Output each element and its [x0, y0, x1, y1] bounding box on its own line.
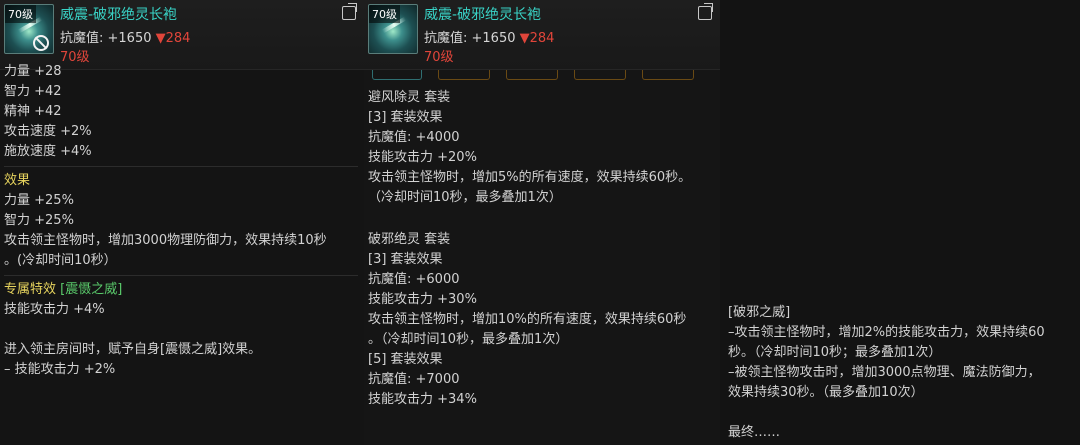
socket-row: [370, 70, 714, 82]
special-line: 效果持续30秒。（最多叠加10次）: [728, 385, 924, 400]
set-effects-list: 避风除灵 套装 [3] 套装效果 抗魔值: +4000 技能攻击力 +20% 攻…: [368, 88, 714, 410]
resist-label: 抗魔值: +1650: [424, 31, 516, 46]
ban-icon: [33, 35, 49, 51]
item-name: 威震-破邪绝灵长袍: [424, 7, 542, 23]
socket-slot[interactable]: [438, 70, 490, 80]
special-line: 秒。（冷却时间10秒；最多叠加1次）: [728, 345, 942, 360]
set-line: 抗魔值: +7000: [368, 372, 460, 387]
stat-line: 精神 +42: [4, 104, 62, 119]
tooltip-header: 70级 威震-破邪绝灵长袍 抗魔值: +1650 ▼284 70级: [364, 0, 720, 70]
set-line: 技能攻击力 +20%: [368, 150, 477, 165]
stat-list: 力量 +28 智力 +42 精神 +42 攻击速度 +2% 施放速度 +4% 效…: [4, 64, 358, 380]
effect-line: 攻击领主怪物时，增加3000物理防御力，效果持续10秒: [4, 233, 327, 248]
effect-line: 力量 +25%: [4, 193, 74, 208]
effect-line: 。(冷却时间10秒）: [4, 253, 117, 268]
set-line: 避风除灵 套装: [368, 90, 451, 105]
socket-slot[interactable]: [506, 70, 558, 80]
effect-line: 智力 +25%: [4, 213, 74, 228]
item-tooltip-middle: 70级 威震-破邪绝灵长袍 抗魔值: +1650 ▼284 70级 避风除灵 套…: [364, 0, 720, 445]
tooltip-header: 70级 威震-破邪绝灵长袍 抗魔值: +1650 ▼284 70级: [0, 0, 364, 70]
stat-line: 施放速度 +4%: [4, 144, 92, 159]
item-level: 70级: [424, 50, 454, 65]
set-line: 破邪绝灵 套装: [368, 232, 451, 247]
set-line: 技能攻击力 +30%: [368, 292, 477, 307]
set-line: 抗魔值: +6000: [368, 272, 460, 287]
set-line: [3] 套装效果: [368, 110, 443, 125]
effect-title: 效果: [4, 173, 31, 188]
set-line: [3] 套装效果: [368, 252, 443, 267]
resist-down: ▼284: [155, 31, 191, 46]
item-icon: 70级: [4, 4, 54, 54]
socket-slot[interactable]: [372, 70, 422, 80]
exclusive-line: 技能攻击力 +4%: [4, 302, 105, 317]
socket-slot[interactable]: [642, 70, 694, 80]
stat-line: 力量 +28: [4, 64, 62, 79]
item-tooltip-left: 70级 威震-破邪绝灵长袍 抗魔值: +1650 ▼284 70级 力量 +28…: [0, 0, 364, 445]
exclusive-name: [震慑之威]: [60, 282, 123, 297]
special-line: –攻击领主怪物时，增加2%的技能攻击力，效果持续60: [728, 325, 1045, 340]
resist-value: 抗魔值: +1650 ▼284: [60, 27, 190, 46]
set-line: 攻击领主怪物时，增加5%的所有速度，效果持续60秒。: [368, 170, 692, 185]
socket-slot[interactable]: [574, 70, 626, 80]
item-icon: 70级: [368, 4, 418, 54]
item-tooltip-right: [破邪之威] –攻击领主怪物时，增加2%的技能攻击力，效果持续60 秒。（冷却时…: [720, 0, 1080, 445]
set-line: 。（冷却时间10秒，最多叠加1次）: [368, 332, 569, 347]
special-line: [破邪之威]: [728, 305, 791, 320]
divider: [4, 166, 358, 167]
resist-down: ▼284: [519, 31, 555, 46]
set-line: [5] 套装效果: [368, 352, 443, 367]
exclusive-line: 进入领主房间时，赋予自身[震慑之威]效果。: [4, 342, 262, 357]
share-icon[interactable]: [342, 3, 357, 20]
special-effect-list: [破邪之威] –攻击领主怪物时，增加2%的技能攻击力，效果持续60 秒。（冷却时…: [728, 303, 1074, 443]
exclusive-title: 专属特效 [震慑之威]: [4, 280, 358, 300]
set-line: 技能攻击力 +34%: [368, 392, 477, 407]
set-line: 攻击领主怪物时，增加10%的所有速度，效果持续60秒: [368, 312, 687, 327]
share-icon[interactable]: [698, 3, 713, 20]
resist-value: 抗魔值: +1650 ▼284: [424, 27, 554, 46]
level-badge: 70级: [5, 5, 36, 23]
item-name: 威震-破邪绝灵长袍: [60, 7, 178, 23]
exclusive-line: – 技能攻击力 +2%: [4, 362, 116, 377]
stat-line: 攻击速度 +2%: [4, 124, 92, 139]
special-line: 最终……: [728, 425, 781, 440]
special-line: –被领主怪物攻击时，增加3000点物理、魔法防御力，: [728, 365, 1041, 380]
exclusive-label: 专属特效: [4, 282, 57, 297]
set-line: 抗魔值: +4000: [368, 130, 460, 145]
level-badge: 70级: [369, 5, 400, 23]
stat-line: 智力 +42: [4, 84, 62, 99]
divider: [4, 275, 358, 276]
set-line: （冷却时间10秒，最多叠加1次）: [368, 190, 562, 205]
resist-label: 抗魔值: +1650: [60, 31, 152, 46]
